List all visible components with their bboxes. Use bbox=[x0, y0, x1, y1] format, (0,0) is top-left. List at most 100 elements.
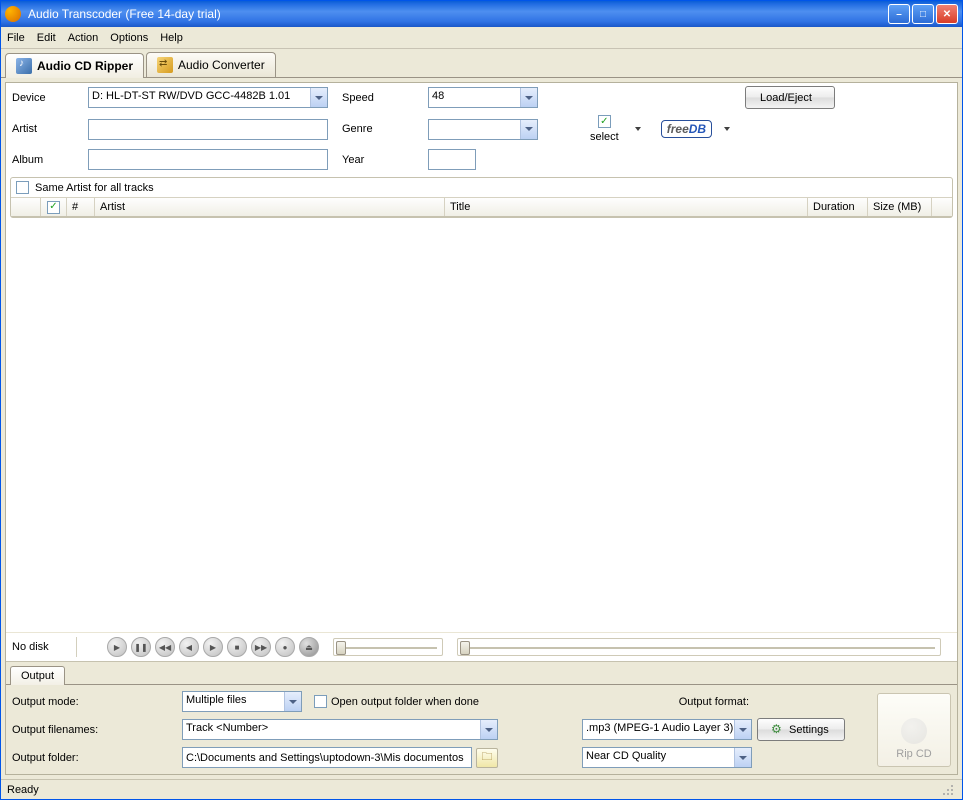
column-size[interactable]: Size (MB) bbox=[868, 198, 932, 216]
app-icon bbox=[5, 6, 21, 22]
output-format-dropdown-icon[interactable] bbox=[734, 720, 751, 739]
tracks-grid-body bbox=[6, 222, 957, 632]
maximize-button[interactable]: □ bbox=[912, 4, 934, 24]
speed-label: Speed bbox=[342, 92, 422, 104]
menu-action[interactable]: Action bbox=[68, 32, 99, 44]
year-label: Year bbox=[342, 154, 422, 166]
next-button[interactable]: ▶▶ bbox=[251, 637, 271, 657]
album-label: Album bbox=[12, 154, 82, 166]
select-all-checkbox[interactable] bbox=[47, 201, 60, 214]
device-value: D: HL-DT-ST RW/DVD GCC-4482B 1.01 bbox=[89, 88, 310, 107]
statusbar: Ready bbox=[1, 779, 962, 799]
column-duration[interactable]: Duration bbox=[808, 198, 868, 216]
output-mode-dropdown-icon[interactable] bbox=[284, 692, 301, 711]
select-checkbox[interactable] bbox=[598, 115, 611, 128]
freedb-dropdown-icon[interactable] bbox=[722, 124, 732, 134]
rip-cd-label: Rip CD bbox=[896, 748, 931, 760]
same-artist-label: Same Artist for all tracks bbox=[35, 182, 154, 194]
output-format-combo[interactable]: .mp3 (MPEG-1 Audio Layer 3) bbox=[582, 719, 752, 740]
rip-cd-icon bbox=[901, 718, 927, 744]
freedb-db-text: DB bbox=[689, 122, 706, 136]
speed-combo[interactable]: 48 bbox=[428, 87, 538, 108]
output-filenames-dropdown-icon[interactable] bbox=[480, 720, 497, 739]
column-title[interactable]: Title bbox=[445, 198, 808, 216]
genre-value bbox=[429, 120, 520, 139]
browse-folder-button[interactable] bbox=[476, 748, 498, 768]
year-input[interactable] bbox=[428, 149, 476, 170]
freedb-free-text: free bbox=[667, 122, 689, 136]
output-quality-dropdown-icon[interactable] bbox=[734, 748, 751, 767]
artist-input[interactable] bbox=[88, 119, 328, 140]
stop-button[interactable]: ■ bbox=[227, 637, 247, 657]
settings-button[interactable]: Settings bbox=[757, 718, 845, 741]
prev-button[interactable]: ◀◀ bbox=[155, 637, 175, 657]
speed-dropdown-icon[interactable] bbox=[520, 88, 537, 107]
tab-audio-converter[interactable]: Audio Converter bbox=[146, 52, 276, 77]
resize-grip-icon[interactable] bbox=[940, 782, 956, 798]
output-mode-label: Output mode: bbox=[12, 696, 182, 708]
eject-button[interactable]: ⏏ bbox=[299, 637, 319, 657]
tracks-grid-header: # Artist Title Duration Size (MB) bbox=[11, 197, 952, 217]
tab-output[interactable]: Output bbox=[10, 666, 65, 685]
genre-combo[interactable] bbox=[428, 119, 538, 140]
pause-button[interactable]: ❚❚ bbox=[131, 637, 151, 657]
output-filenames-value: Track <Number> bbox=[183, 720, 480, 739]
converter-icon bbox=[157, 57, 173, 73]
menubar: File Edit Action Options Help bbox=[1, 27, 962, 49]
select-dropdown-icon[interactable] bbox=[633, 124, 643, 134]
player-bar: No disk ▶ ❚❚ ◀◀ ◀ ▶ ■ ▶▶ ● ⏏ bbox=[6, 632, 957, 661]
menu-help[interactable]: Help bbox=[160, 32, 183, 44]
main-tabbar: Audio CD Ripper Audio Converter bbox=[1, 49, 962, 78]
window-title: Audio Transcoder (Free 14-day trial) bbox=[26, 7, 888, 21]
rip-cd-button[interactable]: Rip CD bbox=[877, 693, 951, 767]
output-section: Output Output mode: Multiple files Open … bbox=[6, 661, 957, 774]
same-artist-checkbox[interactable] bbox=[16, 181, 29, 194]
output-folder-label: Output folder: bbox=[12, 752, 182, 764]
record-button[interactable]: ● bbox=[275, 637, 295, 657]
tab-converter-label: Audio Converter bbox=[178, 58, 265, 72]
freedb-button[interactable]: freeDB bbox=[661, 120, 712, 138]
output-filenames-label: Output filenames: bbox=[12, 724, 182, 736]
artist-label: Artist bbox=[12, 123, 82, 135]
titlebar[interactable]: Audio Transcoder (Free 14-day trial) – □… bbox=[1, 1, 962, 27]
cd-icon bbox=[16, 58, 32, 74]
tab-output-label: Output bbox=[21, 670, 54, 682]
disk-status: No disk bbox=[12, 641, 66, 653]
seek-slider[interactable] bbox=[457, 638, 941, 656]
play-button[interactable]: ▶ bbox=[107, 637, 127, 657]
output-format-value: .mp3 (MPEG-1 Audio Layer 3) bbox=[583, 720, 734, 739]
forward-button[interactable]: ▶ bbox=[203, 637, 223, 657]
speed-value: 48 bbox=[429, 88, 520, 107]
output-mode-combo[interactable]: Multiple files bbox=[182, 691, 302, 712]
output-quality-combo[interactable]: Near CD Quality bbox=[582, 747, 752, 768]
select-label: select bbox=[590, 131, 619, 143]
load-eject-button[interactable]: Load/Eject bbox=[745, 86, 835, 109]
volume-slider[interactable] bbox=[333, 638, 443, 656]
rewind-button[interactable]: ◀ bbox=[179, 637, 199, 657]
output-folder-input[interactable] bbox=[182, 747, 472, 768]
menu-edit[interactable]: Edit bbox=[37, 32, 56, 44]
open-folder-label: Open output folder when done bbox=[331, 696, 479, 708]
genre-label: Genre bbox=[342, 123, 422, 135]
close-button[interactable]: ✕ bbox=[936, 4, 958, 24]
tracks-subpanel: Same Artist for all tracks # Artist Titl… bbox=[10, 177, 953, 218]
device-combo[interactable]: D: HL-DT-ST RW/DVD GCC-4482B 1.01 bbox=[88, 87, 328, 108]
device-dropdown-icon[interactable] bbox=[310, 88, 327, 107]
minimize-button[interactable]: – bbox=[888, 4, 910, 24]
menu-file[interactable]: File bbox=[7, 32, 25, 44]
column-num[interactable]: # bbox=[67, 198, 95, 216]
open-folder-checkbox[interactable] bbox=[314, 695, 327, 708]
output-format-label: Output format: bbox=[582, 696, 757, 708]
ripper-panel: Device D: HL-DT-ST RW/DVD GCC-4482B 1.01… bbox=[5, 82, 958, 775]
app-window: Audio Transcoder (Free 14-day trial) – □… bbox=[0, 0, 963, 800]
settings-label: Settings bbox=[789, 724, 829, 736]
album-input[interactable] bbox=[88, 149, 328, 170]
menu-options[interactable]: Options bbox=[110, 32, 148, 44]
load-eject-label: Load/Eject bbox=[760, 92, 812, 104]
tab-cd-ripper[interactable]: Audio CD Ripper bbox=[5, 53, 144, 78]
column-artist[interactable]: Artist bbox=[95, 198, 445, 216]
device-label: Device bbox=[12, 92, 82, 104]
gear-icon bbox=[772, 724, 784, 736]
output-filenames-combo[interactable]: Track <Number> bbox=[182, 719, 498, 740]
genre-dropdown-icon[interactable] bbox=[520, 120, 537, 139]
